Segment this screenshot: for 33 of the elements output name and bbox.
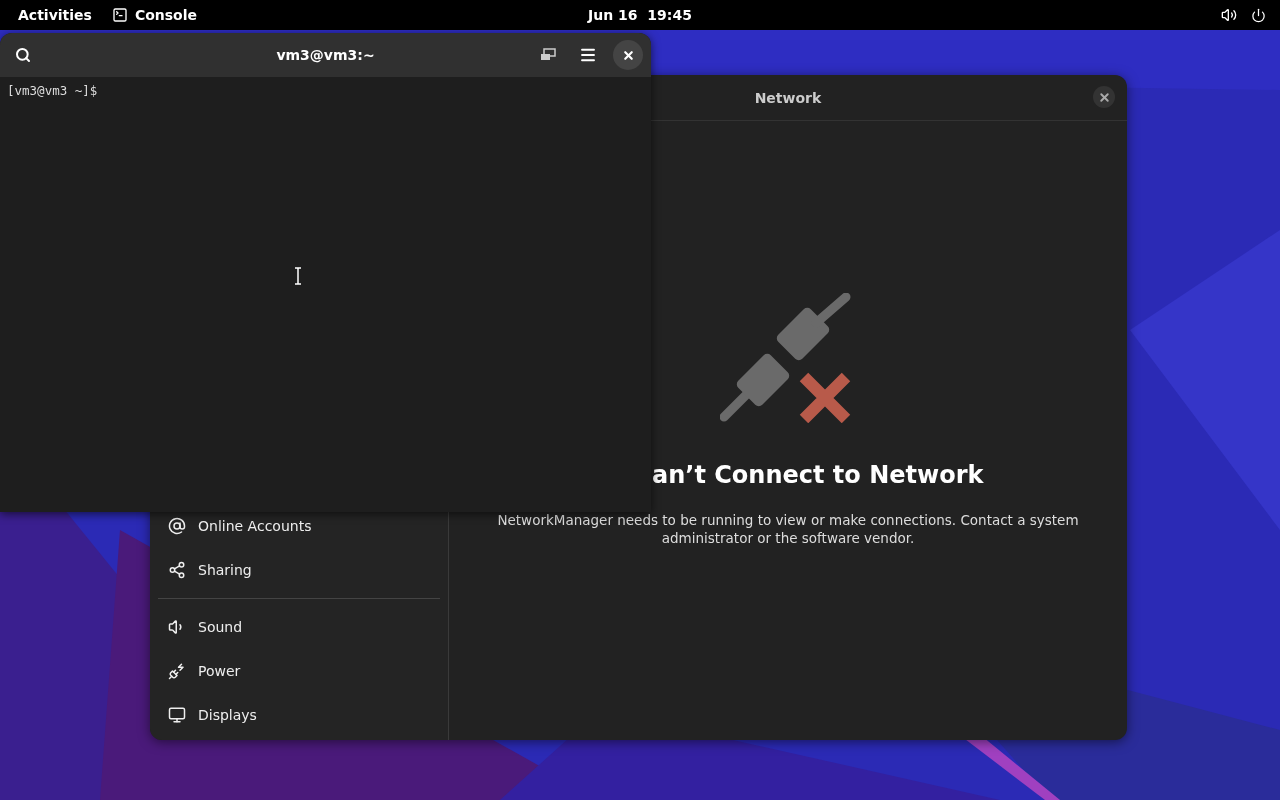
- window-title: vm3@vm3:~: [276, 47, 375, 63]
- close-button[interactable]: [1093, 86, 1115, 108]
- search-icon: [15, 47, 31, 63]
- error-description: NetworkManager needs to be running to view or make connections. Contact a system administrator or the software vendor.: [496, 511, 1080, 547]
- terminal-prompt: [vm3@vm3 ~]$: [7, 83, 98, 98]
- share-icon: [168, 561, 186, 579]
- clock-button[interactable]: Jun 16 19:45: [582, 6, 698, 24]
- close-button[interactable]: [613, 40, 643, 70]
- monitor-icon: [168, 706, 186, 724]
- power-icon[interactable]: [1251, 7, 1266, 23]
- terminal-icon: [111, 7, 128, 23]
- close-icon: [621, 48, 635, 62]
- sidebar-item[interactable]: Sharing: [158, 553, 440, 587]
- sidebar-item[interactable]: Sound: [158, 610, 440, 644]
- sidebar-item[interactable]: Displays: [158, 698, 440, 732]
- activities-button[interactable]: Activities: [8, 3, 102, 27]
- menu-icon: [579, 46, 597, 64]
- app-menu-button[interactable]: Console: [101, 3, 207, 27]
- sidebar-item-label: Displays: [198, 707, 257, 723]
- sidebar-item[interactable]: Online Accounts: [158, 509, 440, 543]
- volume-icon[interactable]: [1221, 7, 1237, 23]
- error-heading: an’t Connect to Network: [652, 461, 984, 489]
- at-sign-icon: [168, 517, 186, 535]
- windows-icon: [540, 48, 556, 62]
- plug-icon: [168, 662, 186, 680]
- sidebar-item-label: Sound: [198, 619, 243, 635]
- sidebar-item-label: Sharing: [198, 562, 252, 578]
- text-cursor-icon: [294, 267, 302, 285]
- sidebar-item-label: Online Accounts: [198, 518, 312, 534]
- panel-title: Network: [754, 89, 822, 106]
- sidebar-item-label: Power: [198, 663, 241, 679]
- close-icon: [1097, 90, 1111, 104]
- sidebar-item[interactable]: Power: [158, 654, 440, 688]
